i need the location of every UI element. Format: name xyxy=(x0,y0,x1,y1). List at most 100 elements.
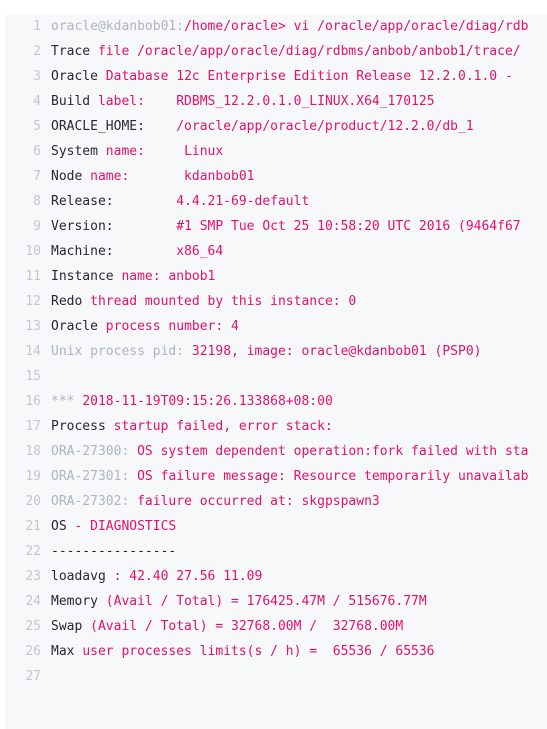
code-line: 15 xyxy=(5,364,547,389)
code-token: Instance xyxy=(51,269,122,284)
code-line-text: Swap (Avail / Total) = 32768.00M / 32768… xyxy=(51,614,547,639)
code-token: OS xyxy=(51,519,75,534)
code-token: : 42.40 27.56 11.09 xyxy=(113,569,263,584)
code-token: ---------------- xyxy=(51,544,177,559)
code-token: oracle@kdanbob01: xyxy=(51,19,185,34)
code-token: label: RDBMS_12.2.0.1.0_LINUX.X64_170125 xyxy=(97,94,435,109)
code-line: 12 Redo thread mounted by this instance: … xyxy=(5,289,547,314)
code-token: OS system dependent operation:fork faile… xyxy=(129,444,529,459)
code-line-text: oracle@kdanbob01:/home/oracle> vi /oracl… xyxy=(51,14,547,39)
code-token: user processes limits(s / h) = 65536 / 6… xyxy=(82,644,435,659)
code-line: 2 Trace file /oracle/app/oracle/diag/rdbm… xyxy=(5,39,547,64)
code-line: 14 Unix process pid: 32198, image: oracle… xyxy=(5,339,547,364)
line-number: 21 xyxy=(25,519,41,534)
line-number: 10 xyxy=(25,244,41,259)
line-number: 2 xyxy=(33,44,41,59)
code-line: 4 Build label: RDBMS_12.2.0.1.0_LINUX.X64… xyxy=(5,89,547,114)
code-token: #1 SMP Tue Oct 25 10:58:20 UTC 2016 (946… xyxy=(113,219,521,234)
code-line-text: ORACLE_HOME: /oracle/app/oracle/product/… xyxy=(51,114,547,139)
line-number: 1 xyxy=(33,19,41,34)
code-token: Oracle xyxy=(51,69,106,84)
line-number: 7 xyxy=(33,169,41,184)
code-line-text: System name: Linux xyxy=(51,139,547,164)
code-line: 1 oracle@kdanbob01:/home/oracle> vi /orac… xyxy=(5,14,547,39)
code-token: 4.4.21-69-default xyxy=(113,194,310,209)
code-line-text: ---------------- xyxy=(51,539,547,564)
code-token: Version: xyxy=(51,219,114,234)
code-token: startup failed, error stack: xyxy=(113,419,333,434)
code-token: ORACLE_HOME: xyxy=(51,119,145,134)
code-token: (Avail / Total) = 32768.00M / 32768.00M xyxy=(90,619,404,634)
code-token: 2018-11-19T09:15:26.133868+08:00 xyxy=(82,394,333,409)
code-token: Build xyxy=(51,94,98,109)
code-token: Redo xyxy=(51,294,91,309)
code-line: 13 Oracle process number: 4 xyxy=(5,314,547,339)
code-token: Machine: xyxy=(51,244,114,259)
code-line: 18 ORA-27300: OS system dependent operati… xyxy=(5,439,547,464)
line-number: 5 xyxy=(33,119,41,134)
code-token: - DIAGNOSTICS xyxy=(74,519,177,534)
code-line-text: Trace file /oracle/app/oracle/diag/rdbms… xyxy=(51,39,547,64)
code-line: 24 Memory (Avail / Total) = 176425.47M / … xyxy=(5,589,547,614)
code-token: process number: 4 xyxy=(105,319,239,334)
code-line-text: Version: #1 SMP Tue Oct 25 10:58:20 UTC … xyxy=(51,214,547,239)
code-line-text: Process startup failed, error stack: xyxy=(51,414,547,439)
line-number: 12 xyxy=(25,294,41,309)
code-line-text: loadavg : 42.40 27.56 11.09 xyxy=(51,564,547,589)
code-token: ORA-27300: xyxy=(51,444,130,459)
line-number: 14 xyxy=(25,344,41,359)
line-number: 6 xyxy=(33,144,41,159)
code-token: (Avail / Total) = 176425.47M / 515676.77… xyxy=(105,594,427,609)
code-token: Memory xyxy=(51,594,106,609)
code-line-text: Machine: x86_64 xyxy=(51,239,547,264)
code-line: 21 OS - DIAGNOSTICS xyxy=(5,514,547,539)
code-line: 25 Swap (Avail / Total) = 32768.00M / 327… xyxy=(5,614,547,639)
code-line-text: Unix process pid: 32198, image: oracle@k… xyxy=(51,339,547,364)
code-token: x86_64 xyxy=(113,244,224,259)
code-line-text: Oracle Database 12c Enterprise Edition R… xyxy=(51,64,547,89)
code-line: 27 xyxy=(5,664,547,689)
code-token: Trace xyxy=(51,44,98,59)
code-token: /home/oracle> vi /oracle/app/oracle/diag… xyxy=(184,19,529,34)
code-line-text: Max user processes limits(s / h) = 65536… xyxy=(51,639,547,664)
code-line: 10 Machine: x86_64 xyxy=(5,239,547,264)
code-line-text: Build label: RDBMS_12.2.0.1.0_LINUX.X64_… xyxy=(51,89,547,114)
code-line: 16 *** 2018-11-19T09:15:26.133868+08:00 xyxy=(5,389,547,414)
code-line: 5 ORACLE_HOME: /oracle/app/oracle/product… xyxy=(5,114,547,139)
code-line-text: ORA-27300: OS system dependent operation… xyxy=(51,439,547,464)
code-line-text: Release: 4.4.21-69-default xyxy=(51,189,547,214)
code-line-text: *** 2018-11-19T09:15:26.133868+08:00 xyxy=(51,389,547,414)
line-number: 20 xyxy=(25,494,41,509)
code-token: Release: xyxy=(51,194,114,209)
code-token: ORA-27301: xyxy=(51,469,130,484)
code-line: 3 Oracle Database 12c Enterprise Edition … xyxy=(5,64,547,89)
code-token: Swap xyxy=(51,619,91,634)
code-token: Node xyxy=(51,169,91,184)
line-number: 24 xyxy=(25,594,41,609)
line-number: 11 xyxy=(25,269,41,284)
line-number: 4 xyxy=(33,94,41,109)
line-number: 8 xyxy=(33,194,41,209)
code-token: failure occurred at: skgpspawn3 xyxy=(129,494,380,509)
code-token: name: kdanbob01 xyxy=(90,169,255,184)
line-number: 16 xyxy=(25,394,41,409)
code-token: Unix process pid: xyxy=(51,344,185,359)
code-token: OS failure message: Resource temporarily… xyxy=(129,469,529,484)
code-block: 1 oracle@kdanbob01:/home/oracle> vi /orac… xyxy=(5,14,547,729)
code-line: 20 ORA-27302: failure occurred at: skgpsp… xyxy=(5,489,547,514)
code-token: /oracle/app/oracle/product/12.2.0/db_1 xyxy=(144,119,474,134)
line-number: 22 xyxy=(25,544,41,559)
code-line-text: OS - DIAGNOSTICS xyxy=(51,514,547,539)
line-number: 15 xyxy=(25,369,41,384)
line-number: 17 xyxy=(25,419,41,434)
line-number: 26 xyxy=(25,644,41,659)
line-number: 19 xyxy=(25,469,41,484)
code-token: loadavg xyxy=(51,569,114,584)
code-line: 9 Version: #1 SMP Tue Oct 25 10:58:20 UTC… xyxy=(5,214,547,239)
line-number: 23 xyxy=(25,569,41,584)
code-token: Process xyxy=(51,419,114,434)
code-token: 32198, image: oracle@kdanbob01 (PSP0) xyxy=(184,344,482,359)
code-token: name: Linux xyxy=(105,144,224,159)
code-line-text: Oracle process number: 4 xyxy=(51,314,547,339)
code-token: thread mounted by this instance: 0 xyxy=(90,294,357,309)
